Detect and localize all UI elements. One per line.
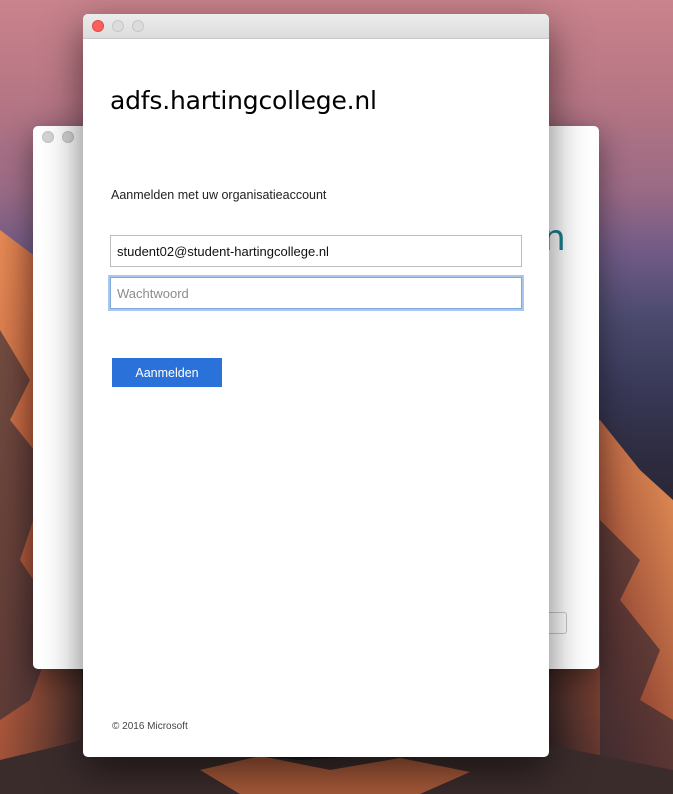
back-window-minimize-button[interactable]: [62, 131, 74, 143]
page-title: adfs.hartingcollege.nl: [110, 86, 377, 115]
signin-button[interactable]: Aanmelden: [112, 358, 222, 387]
signin-instruction-label: Aanmelden met uw organisatieaccount: [111, 188, 327, 202]
desktop-wallpaper: n adfs.hartingcollege.nl Aanmelden met u…: [0, 0, 673, 794]
back-window-partial-control[interactable]: [547, 612, 567, 634]
back-window-close-button[interactable]: [42, 131, 54, 143]
email-field[interactable]: [110, 235, 522, 267]
window-maximize-button[interactable]: [132, 20, 144, 32]
copyright-footer: © 2016 Microsoft: [112, 721, 188, 732]
password-field[interactable]: [110, 277, 522, 309]
window-titlebar[interactable]: [83, 14, 549, 39]
window-minimize-button[interactable]: [112, 20, 124, 32]
signin-window: adfs.hartingcollege.nl Aanmelden met uw …: [83, 14, 549, 757]
window-close-button[interactable]: [92, 20, 104, 32]
